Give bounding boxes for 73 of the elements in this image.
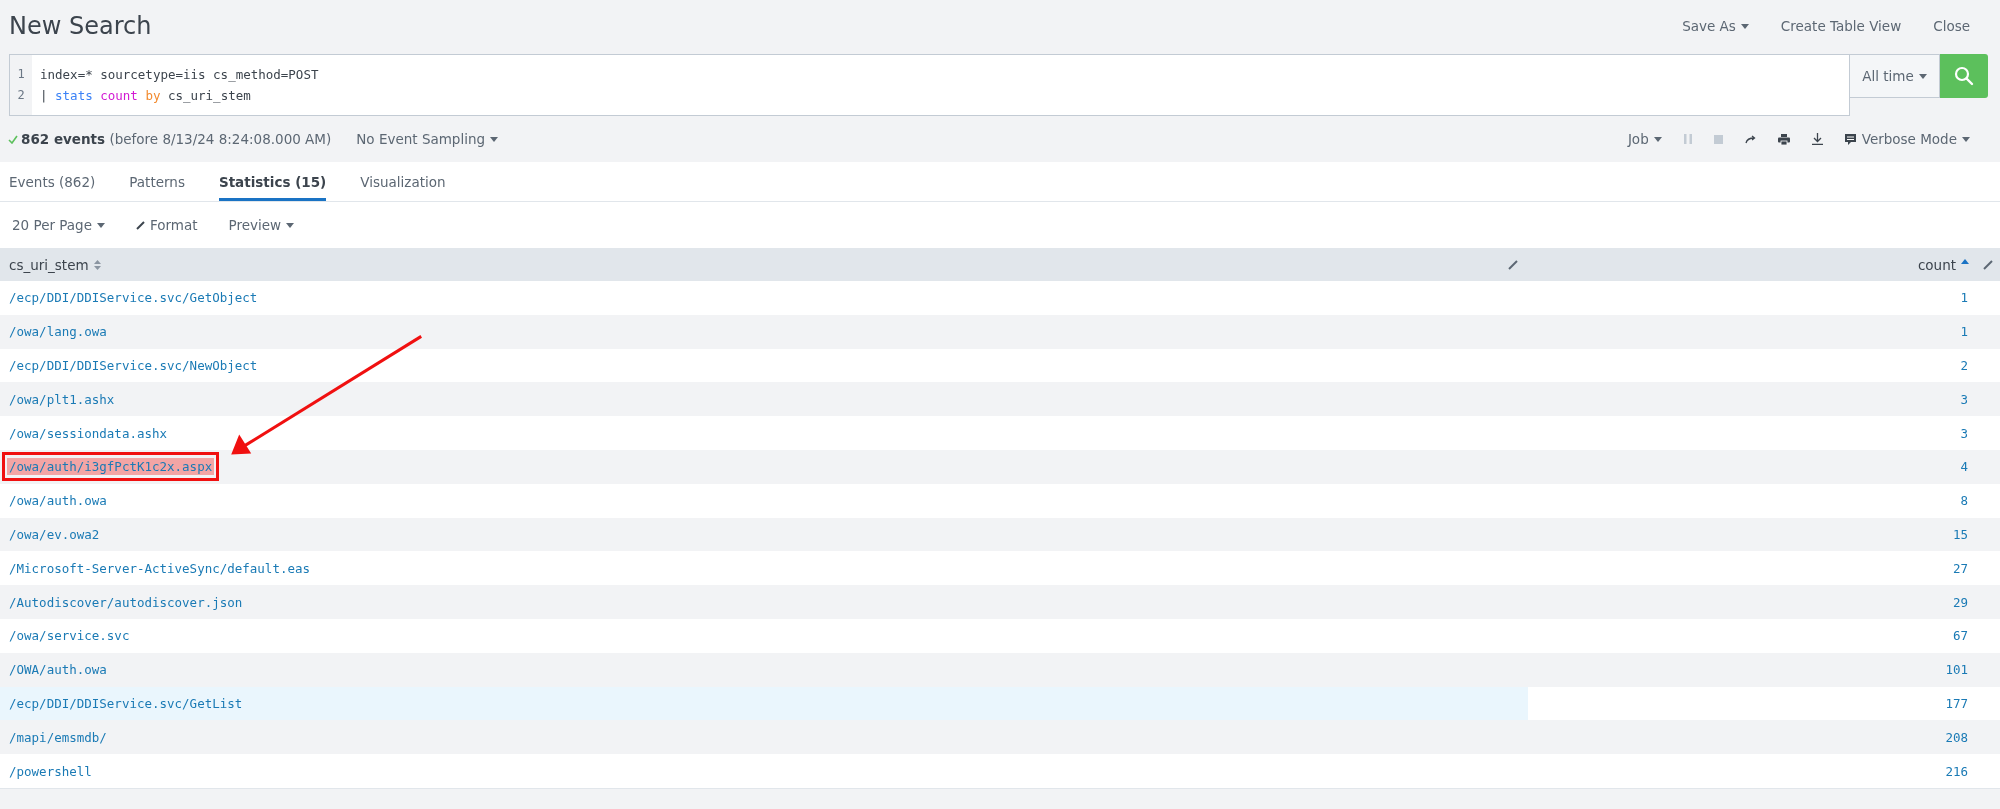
job-dropdown[interactable]: Job <box>1627 131 1662 147</box>
uri-cell[interactable]: /ecp/DDI/DDIService.svc/GetList <box>9 695 243 711</box>
stop-icon <box>1713 134 1723 144</box>
uri-cell[interactable]: /owa/auth.owa <box>9 493 107 509</box>
column-header[interactable]: count <box>1917 256 1969 273</box>
uri-cell[interactable]: /ecp/DDI/DDIService.svc/NewObject <box>9 358 258 373</box>
uri-cell[interactable]: /powershell <box>9 763 92 779</box>
count-cell[interactable]: 29 <box>1952 594 1968 610</box>
download-icon <box>1811 133 1823 145</box>
uri-cell[interactable]: /ecp/DDI/DDIService.svc/GetObject <box>9 290 258 306</box>
result-tab[interactable]: Patterns <box>129 162 185 201</box>
result-tab[interactable]: Visualization <box>360 162 446 201</box>
uri-cell[interactable]: /OWA/auth.owa <box>9 662 107 678</box>
uri-cell[interactable]: /Autodiscover/autodiscover.json <box>9 594 243 610</box>
print-icon <box>1777 133 1790 145</box>
column-header[interactable]: cs_uri_stem <box>9 256 101 273</box>
pencil-icon <box>135 220 146 230</box>
check-icon <box>8 134 18 144</box>
query-line: | stats count by cs_uri_stem <box>40 87 252 105</box>
uri-cell[interactable]: /owa/plt1.ashx <box>9 391 115 407</box>
count-cell[interactable]: 208 <box>1945 729 1968 745</box>
uri-cell[interactable]: /mapi/emsmdb/ <box>9 729 107 745</box>
count-cell[interactable]: 15 <box>1952 526 1968 542</box>
table-option-button[interactable]: Format <box>135 217 198 233</box>
caret-icon <box>286 222 295 228</box>
uri-cell[interactable]: /owa/lang.owa <box>9 324 107 340</box>
count-cell[interactable]: 1 <box>1960 290 1968 306</box>
share-button[interactable] <box>1744 134 1756 144</box>
query-line: index=* sourcetype=iis cs_method=POST <box>40 66 319 84</box>
count-cell[interactable]: 177 <box>1945 695 1968 711</box>
count-cell[interactable]: 67 <box>1952 628 1968 644</box>
count-cell[interactable]: 3 <box>1960 425 1968 441</box>
count-cell[interactable]: 101 <box>1945 662 1968 678</box>
count-cell[interactable]: 216 <box>1945 763 1968 779</box>
share-icon <box>1744 134 1756 144</box>
table-option-button[interactable]: Preview <box>228 217 295 233</box>
comment-icon <box>1844 133 1856 145</box>
uri-cell[interactable]: /owa/ev.owa2 <box>9 526 100 542</box>
export-button[interactable] <box>1811 133 1823 145</box>
uri-cell[interactable]: /Microsoft-Server-ActiveSync/default.eas <box>9 560 311 576</box>
pencil-icon[interactable] <box>1983 259 1994 270</box>
sampling-dropdown[interactable]: No Event Sampling <box>356 131 499 147</box>
print-button[interactable] <box>1777 133 1790 145</box>
search-icon <box>1954 66 1974 86</box>
count-cell[interactable]: 4 <box>1960 459 1968 475</box>
count-cell[interactable]: 3 <box>1960 391 1968 407</box>
search-mode-dropdown[interactable]: Verbose Mode <box>1844 131 1970 147</box>
header-action-button[interactable]: Save As <box>1682 18 1749 34</box>
table-option-button[interactable]: 20 Per Page <box>12 217 105 233</box>
caret-icon <box>490 136 499 142</box>
page-title: New Search <box>9 12 152 40</box>
pause-icon <box>1683 134 1692 144</box>
count-cell[interactable]: 27 <box>1952 560 1968 576</box>
caret-icon <box>1962 136 1970 142</box>
caret-icon <box>96 222 105 228</box>
count-cell[interactable]: 8 <box>1960 493 1968 509</box>
count-cell[interactable]: 2 <box>1960 358 1968 373</box>
event-count-text: 862 events (before 8/13/24 8:24:08.000 AM) <box>21 131 332 147</box>
header-action-button[interactable]: Close <box>1933 18 1970 34</box>
search-query-field[interactable]: 1 2 index=* sourcetype=iis cs_method=POST | stats count by cs_uri_stem <box>9 54 1850 116</box>
result-tab[interactable]: Events (862) <box>9 162 96 201</box>
uri-cell[interactable]: /owa/auth/i3gfPctK1c2x.aspx <box>7 458 215 476</box>
caret-icon <box>1653 136 1662 142</box>
caret-icon <box>1740 23 1749 29</box>
pencil-icon[interactable] <box>1508 259 1519 270</box>
caret-icon <box>1918 73 1927 79</box>
uri-cell[interactable]: /owa/sessiondata.ashx <box>9 425 168 441</box>
count-cell[interactable]: 1 <box>1960 324 1968 340</box>
time-range-picker[interactable]: All time <box>1850 54 1940 98</box>
uri-cell[interactable]: /owa/service.svc <box>9 628 130 644</box>
line-number: 1 <box>16 66 26 83</box>
header-action-button[interactable]: Create Table View <box>1780 18 1902 34</box>
line-number: 2 <box>16 87 26 104</box>
